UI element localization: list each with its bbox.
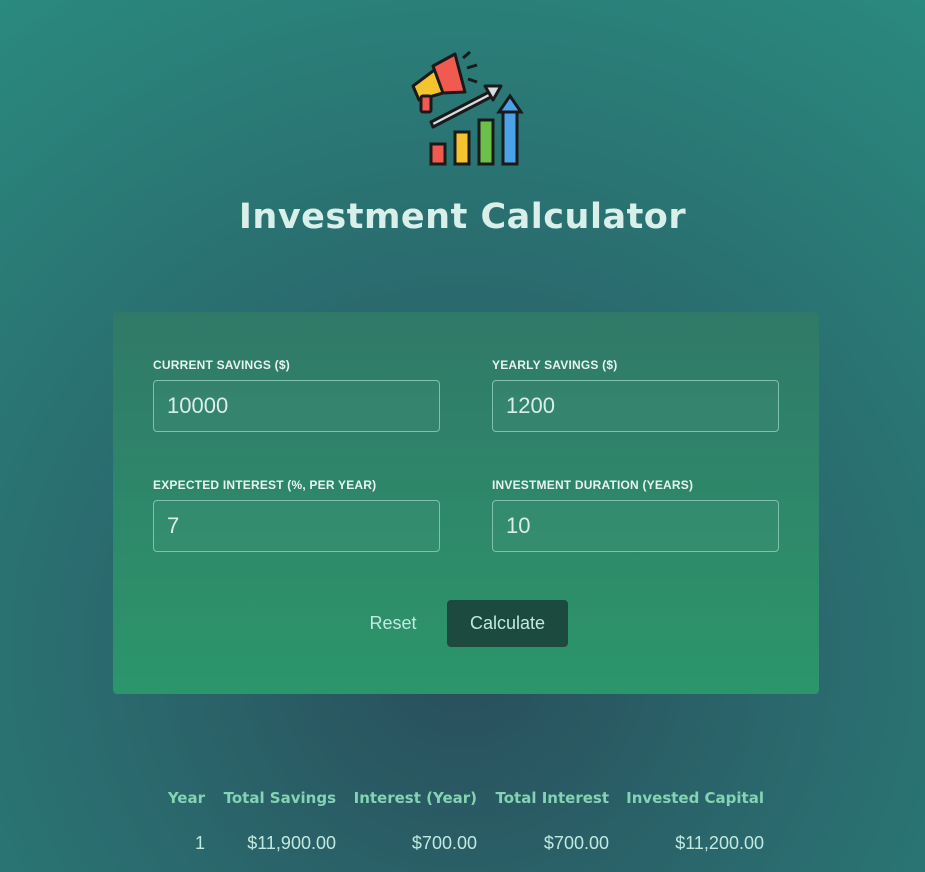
calculate-button[interactable]: Calculate xyxy=(447,600,568,647)
table-cell-total-interest: $700.00 xyxy=(543,832,609,853)
expected-interest-label: EXPECTED INTEREST (%, PER YEAR) xyxy=(153,478,377,492)
form-actions: Reset Calculate xyxy=(113,600,819,647)
column-header-total-savings: Total Savings xyxy=(223,789,336,807)
results-table: Year Total Savings Interest (Year) Total… xyxy=(155,787,775,859)
expected-interest-input[interactable]: 7 xyxy=(153,500,440,552)
table-cell-year: 1 xyxy=(194,832,205,853)
results-header-row: Year Total Savings Interest (Year) Total… xyxy=(155,787,764,809)
expected-interest-field: EXPECTED INTEREST (%, PER YEAR) 7 xyxy=(153,478,440,552)
table-cell-invested-capital: $11,200.00 xyxy=(675,832,764,853)
current-savings-input[interactable]: 10000 xyxy=(153,380,440,432)
investment-duration-label: INVESTMENT DURATION (YEARS) xyxy=(492,478,694,492)
current-savings-label: CURRENT SAVINGS ($) xyxy=(153,358,290,372)
investment-duration-input[interactable]: 10 xyxy=(492,500,779,552)
current-savings-field: CURRENT SAVINGS ($) 10000 xyxy=(153,358,440,432)
reset-button[interactable]: Reset xyxy=(363,600,423,647)
column-header-interest-year: Interest (Year) xyxy=(353,789,477,807)
table-row: 1 $11,900.00 $700.00 $700.00 $11,200.00 xyxy=(155,809,764,859)
investment-form: CURRENT SAVINGS ($) 10000 YEARLY SAVINGS… xyxy=(113,312,819,694)
column-header-year: Year xyxy=(167,789,205,807)
column-header-invested-capital: Invested Capital xyxy=(626,789,764,807)
investment-duration-field: INVESTMENT DURATION (YEARS) 10 xyxy=(492,478,779,552)
yearly-savings-field: YEARLY SAVINGS ($) 1200 xyxy=(492,358,779,432)
column-header-total-interest: Total Interest xyxy=(495,789,609,807)
yearly-savings-label: YEARLY SAVINGS ($) xyxy=(492,358,618,372)
investment-growth-chart-megaphone-icon xyxy=(411,50,524,166)
table-cell-total-savings: $11,900.00 xyxy=(247,832,336,853)
yearly-savings-input[interactable]: 1200 xyxy=(492,380,779,432)
table-cell-interest-year: $700.00 xyxy=(411,832,477,853)
page-title: Investment Calculator xyxy=(238,197,687,237)
